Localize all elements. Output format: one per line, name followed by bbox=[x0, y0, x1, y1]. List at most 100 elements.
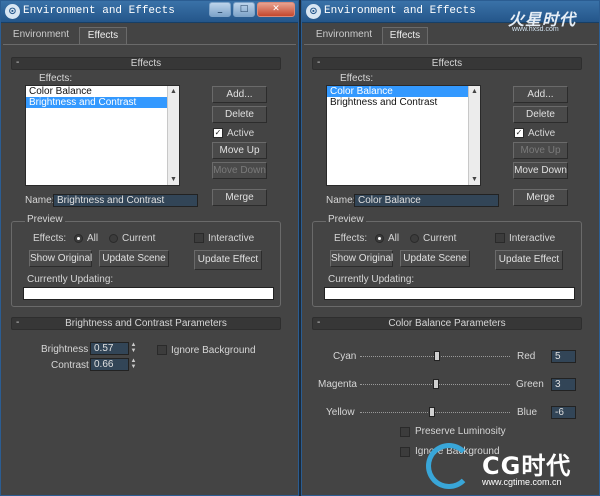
list-item-selected[interactable]: Brightness and Contrast bbox=[26, 97, 179, 108]
cyan-red-value[interactable]: 5 bbox=[551, 350, 576, 363]
update-scene-button[interactable]: Update Scene bbox=[99, 250, 169, 267]
scroll-down-arrow-icon[interactable]: ▼ bbox=[168, 174, 179, 185]
all-radio[interactable] bbox=[74, 234, 83, 243]
update-effect-button[interactable]: Update Effect bbox=[194, 250, 262, 270]
green-label: Green bbox=[516, 379, 544, 390]
interactive-checkbox[interactable] bbox=[194, 233, 204, 243]
all-radio[interactable] bbox=[375, 234, 384, 243]
preview-effects-label: Effects: bbox=[334, 233, 368, 244]
preview-label: Preview bbox=[326, 214, 366, 225]
show-original-button[interactable]: Show Original bbox=[29, 250, 92, 267]
effect-name-field[interactable]: Color Balance bbox=[354, 194, 499, 207]
show-original-button[interactable]: Show Original bbox=[330, 250, 393, 267]
magenta-green-slider-thumb[interactable] bbox=[433, 379, 439, 389]
tab-effects[interactable]: Effects bbox=[79, 27, 127, 45]
tab-divider bbox=[304, 44, 597, 45]
update-scene-button[interactable]: Update Scene bbox=[400, 250, 470, 267]
update-progress-bar bbox=[23, 287, 274, 300]
current-radio-label: Current bbox=[122, 233, 156, 244]
update-progress-bar bbox=[324, 287, 575, 300]
current-radio[interactable] bbox=[410, 234, 419, 243]
name-label: Name: bbox=[326, 195, 356, 206]
preview-label: Preview bbox=[25, 214, 65, 225]
yellow-blue-value[interactable]: -6 bbox=[551, 406, 576, 419]
move-down-button[interactable]: Move Down bbox=[513, 162, 568, 179]
cgtime-watermark-logo: CG时代 bbox=[482, 452, 572, 480]
minimize-icon[interactable]: _ bbox=[209, 2, 231, 17]
effects-rollout-header[interactable]: - Effects bbox=[11, 57, 281, 70]
tab-divider bbox=[3, 44, 296, 45]
list-item[interactable]: Brightness and Contrast bbox=[327, 97, 480, 108]
preserve-luminosity-label: Preserve Luminosity bbox=[415, 426, 506, 437]
move-down-button[interactable]: Move Down bbox=[212, 162, 267, 179]
effects-listbox[interactable]: Color Balance Brightness and Contrast ▲ … bbox=[25, 85, 180, 186]
move-up-button[interactable]: Move Up bbox=[212, 142, 267, 159]
preserve-luminosity-checkbox[interactable] bbox=[400, 427, 410, 437]
list-scrollbar[interactable]: ▲ ▼ bbox=[468, 86, 480, 185]
bc-params-rollout-header[interactable]: - Brightness and Contrast Parameters bbox=[11, 317, 281, 330]
cb-params-rollout-title: Color Balance Parameters bbox=[388, 318, 506, 329]
title-bar[interactable]: ⊙ Environment and Effects _ □ ✕ bbox=[1, 1, 298, 23]
active-checkbox[interactable]: ✓ bbox=[213, 128, 223, 138]
bc-params-rollout-title: Brightness and Contrast Parameters bbox=[65, 318, 227, 329]
window-title: Environment and Effects bbox=[23, 5, 175, 17]
currently-updating-label: Currently Updating: bbox=[27, 274, 114, 285]
3dsmax-icon: ⊙ bbox=[5, 4, 20, 19]
brightness-spinner[interactable]: 0.57 bbox=[90, 342, 129, 355]
close-icon[interactable]: ✕ bbox=[257, 2, 295, 17]
ignore-background-label: Ignore Background bbox=[171, 345, 256, 356]
contrast-spinner[interactable]: 0.66 bbox=[90, 358, 129, 371]
list-scrollbar[interactable]: ▲ ▼ bbox=[167, 86, 179, 185]
yellow-blue-slider-track[interactable] bbox=[360, 412, 510, 413]
tab-environment[interactable]: Environment bbox=[310, 27, 378, 45]
all-radio-label: All bbox=[87, 233, 99, 244]
delete-button[interactable]: Delete bbox=[513, 106, 568, 123]
scroll-down-arrow-icon[interactable]: ▼ bbox=[469, 174, 480, 185]
cgtime-logo-icon bbox=[426, 443, 472, 489]
effects-listbox[interactable]: Color Balance Brightness and Contrast ▲ … bbox=[326, 85, 481, 186]
hxsd-watermark-url: www.hxsd.com bbox=[512, 26, 559, 33]
effects-list-label: Effects: bbox=[340, 73, 374, 84]
ignore-background-checkbox[interactable] bbox=[400, 447, 410, 457]
add-button[interactable]: Add... bbox=[513, 86, 568, 103]
add-button[interactable]: Add... bbox=[212, 86, 267, 103]
effects-rollout-header[interactable]: - Effects bbox=[312, 57, 582, 70]
effect-name-field[interactable]: Brightness and Contrast bbox=[53, 194, 198, 207]
move-up-button[interactable]: Move Up bbox=[513, 142, 568, 159]
interactive-label: Interactive bbox=[208, 233, 255, 244]
red-label: Red bbox=[517, 351, 536, 362]
spinner-arrows-icon[interactable]: ▲ ▼ bbox=[130, 342, 137, 355]
tab-environment[interactable]: Environment bbox=[7, 27, 75, 45]
3dsmax-icon: ⊙ bbox=[306, 4, 321, 19]
delete-button[interactable]: Delete bbox=[212, 106, 267, 123]
current-radio-label: Current bbox=[423, 233, 457, 244]
list-item[interactable]: Color Balance bbox=[26, 86, 179, 97]
list-item-selected[interactable]: Color Balance bbox=[327, 86, 480, 97]
preview-effects-label: Effects: bbox=[33, 233, 67, 244]
spinner-arrows-icon[interactable]: ▲ ▼ bbox=[130, 358, 137, 371]
contrast-label: Contrast bbox=[51, 360, 89, 371]
cgtime-watermark-url: www.cgtime.com.cn bbox=[482, 477, 562, 487]
environment-effects-window-left: ⊙ Environment and Effects _ □ ✕ Environm… bbox=[0, 0, 299, 496]
merge-button[interactable]: Merge bbox=[212, 189, 267, 206]
magenta-label: Magenta bbox=[318, 379, 357, 390]
scroll-up-arrow-icon[interactable]: ▲ bbox=[168, 86, 179, 97]
cyan-red-slider-thumb[interactable] bbox=[434, 351, 440, 361]
tab-effects[interactable]: Effects bbox=[382, 27, 428, 45]
merge-button[interactable]: Merge bbox=[513, 189, 568, 206]
current-radio[interactable] bbox=[109, 234, 118, 243]
interactive-label: Interactive bbox=[509, 233, 556, 244]
magenta-green-value[interactable]: 3 bbox=[551, 378, 576, 391]
active-label: Active bbox=[528, 128, 556, 139]
cb-params-rollout-header[interactable]: - Color Balance Parameters bbox=[312, 317, 582, 330]
active-checkbox[interactable]: ✓ bbox=[514, 128, 524, 138]
maximize-icon[interactable]: □ bbox=[233, 2, 255, 17]
cyan-label: Cyan bbox=[333, 351, 357, 362]
blue-label: Blue bbox=[517, 407, 538, 418]
ignore-background-checkbox[interactable] bbox=[157, 345, 167, 355]
scroll-up-arrow-icon[interactable]: ▲ bbox=[469, 86, 480, 97]
currently-updating-label: Currently Updating: bbox=[328, 274, 415, 285]
update-effect-button[interactable]: Update Effect bbox=[495, 250, 563, 270]
yellow-blue-slider-thumb[interactable] bbox=[429, 407, 435, 417]
interactive-checkbox[interactable] bbox=[495, 233, 505, 243]
